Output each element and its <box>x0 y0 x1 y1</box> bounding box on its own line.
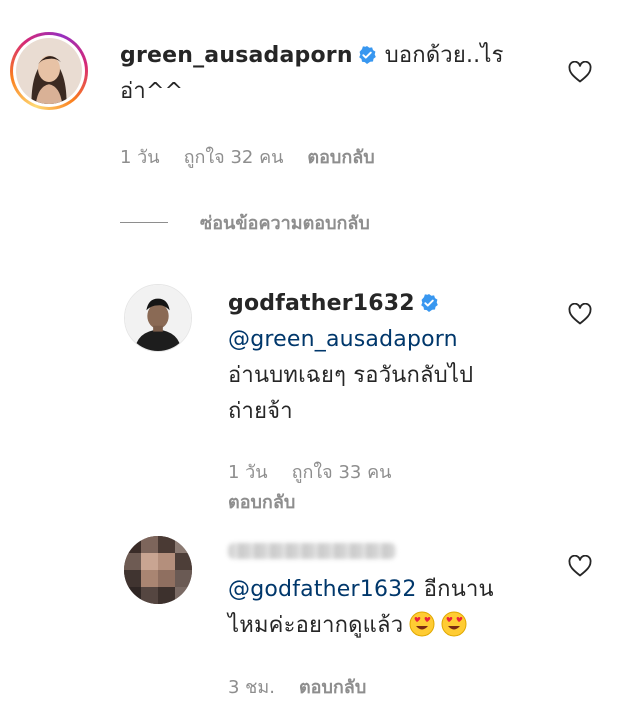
comment-username[interactable]: green_ausadaporn <box>120 43 353 68</box>
reply-button[interactable]: ตอบกลับ <box>228 492 295 513</box>
heart-eyes-icon <box>409 611 435 637</box>
avatar[interactable] <box>124 536 192 604</box>
reply-time: 3 ชม. <box>228 677 275 698</box>
reply-text-line1: อ่านบทเฉยๆ รอวันกลับไป <box>228 363 474 388</box>
reply-likes[interactable]: ถูกใจ 33 คน <box>292 462 392 483</box>
reply-text-line1: อีกนาน <box>423 577 494 602</box>
reply-username[interactable]: godfather1632 <box>228 291 415 316</box>
comment-text-line2: อ่า^^ <box>120 79 184 104</box>
like-heart-icon[interactable] <box>568 555 592 577</box>
hide-replies-button[interactable]: ซ่อนข้อความตอบกลับ <box>200 208 370 237</box>
divider-line <box>120 222 168 223</box>
reply-meta: 3 ชม. ตอบกลับ <box>228 676 390 700</box>
avatar-story-ring[interactable] <box>10 32 88 110</box>
heart-eyes-icon <box>441 611 467 637</box>
comment-body: green_ausadaporn บอกด้วย..ไร อ่า^^ <box>120 38 550 110</box>
like-heart-icon[interactable] <box>568 303 592 325</box>
verified-badge-icon <box>357 45 377 65</box>
reply-text-line2: ถ่ายจ้า <box>228 399 293 424</box>
reply-button[interactable]: ตอบกลับ <box>299 677 366 698</box>
reply-button[interactable]: ตอบกลับ <box>307 147 374 168</box>
mention-link[interactable]: @green_ausadaporn <box>228 327 458 352</box>
mention-link[interactable]: @godfather1632 <box>228 577 417 602</box>
verified-badge-icon <box>419 293 439 313</box>
avatar[interactable] <box>16 38 82 104</box>
reply-meta: 1 วัน ถูกใจ 33 คน ตอบกลับ <box>228 458 558 518</box>
reply-body: godfather1632 @green_ausadaporn อ่านบทเฉ… <box>228 286 558 430</box>
like-heart-icon[interactable] <box>568 61 592 83</box>
reply-text-line2: ไหมค่ะอยากดูแล้ว <box>228 613 404 638</box>
comment-text-line1: บอกด้วย..ไร <box>384 43 504 68</box>
avatar[interactable] <box>124 284 192 352</box>
comment-meta: 1 วัน ถูกใจ 32 คน ตอบกลับ <box>120 146 399 170</box>
comment-likes[interactable]: ถูกใจ 32 คน <box>184 147 284 168</box>
blurred-username[interactable] <box>228 543 396 559</box>
reply-body: @godfather1632 อีกนาน ไหมค่ะอยากดูแล้ว <box>228 572 558 644</box>
comment-time: 1 วัน <box>120 147 160 168</box>
reply-time: 1 วัน <box>228 462 268 483</box>
